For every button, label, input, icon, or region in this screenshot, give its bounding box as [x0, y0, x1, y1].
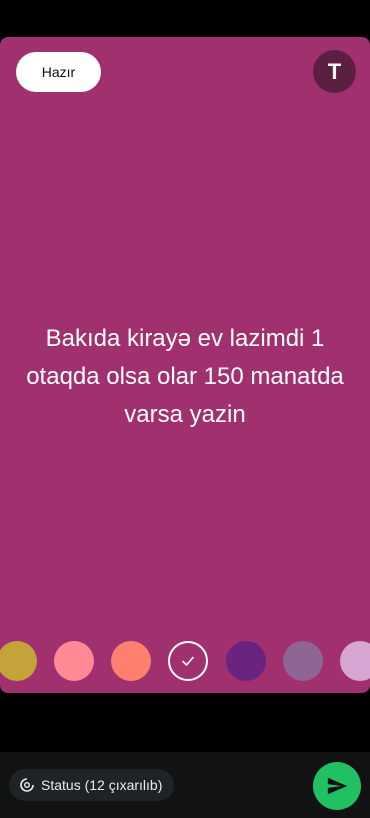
status-icon — [20, 778, 34, 792]
color-swatch-mauve[interactable] — [283, 641, 323, 681]
color-swatch-magenta-selected[interactable] — [168, 641, 208, 681]
status-text-input[interactable]: Bakıda kirayə ev lazimdi 1 otaqda olsa o… — [20, 320, 350, 434]
bottom-bar: Status (12 çıxarılıb) — [0, 752, 370, 818]
color-swatch-coral[interactable] — [111, 641, 151, 681]
color-swatch-purple[interactable] — [226, 641, 266, 681]
color-swatch-pink[interactable] — [54, 641, 94, 681]
done-button[interactable]: Hazır — [16, 52, 101, 92]
send-button[interactable] — [313, 762, 361, 810]
font-style-button[interactable]: T — [313, 50, 356, 93]
status-privacy-button[interactable]: Status (12 çıxarılıb) — [9, 769, 175, 801]
status-canvas[interactable]: Hazır T Bakıda kirayə ev lazimdi 1 otaqd… — [0, 37, 370, 693]
send-icon — [327, 777, 348, 795]
color-swatch-mustard[interactable] — [0, 641, 37, 681]
color-swatch-lilac[interactable] — [340, 641, 370, 681]
color-palette — [0, 641, 370, 683]
status-composer-screen: Hazır T Bakıda kirayə ev lazimdi 1 otaqd… — [0, 0, 370, 818]
status-privacy-label: Status (12 çıxarılıb) — [41, 777, 163, 793]
checkmark-icon — [182, 656, 194, 666]
